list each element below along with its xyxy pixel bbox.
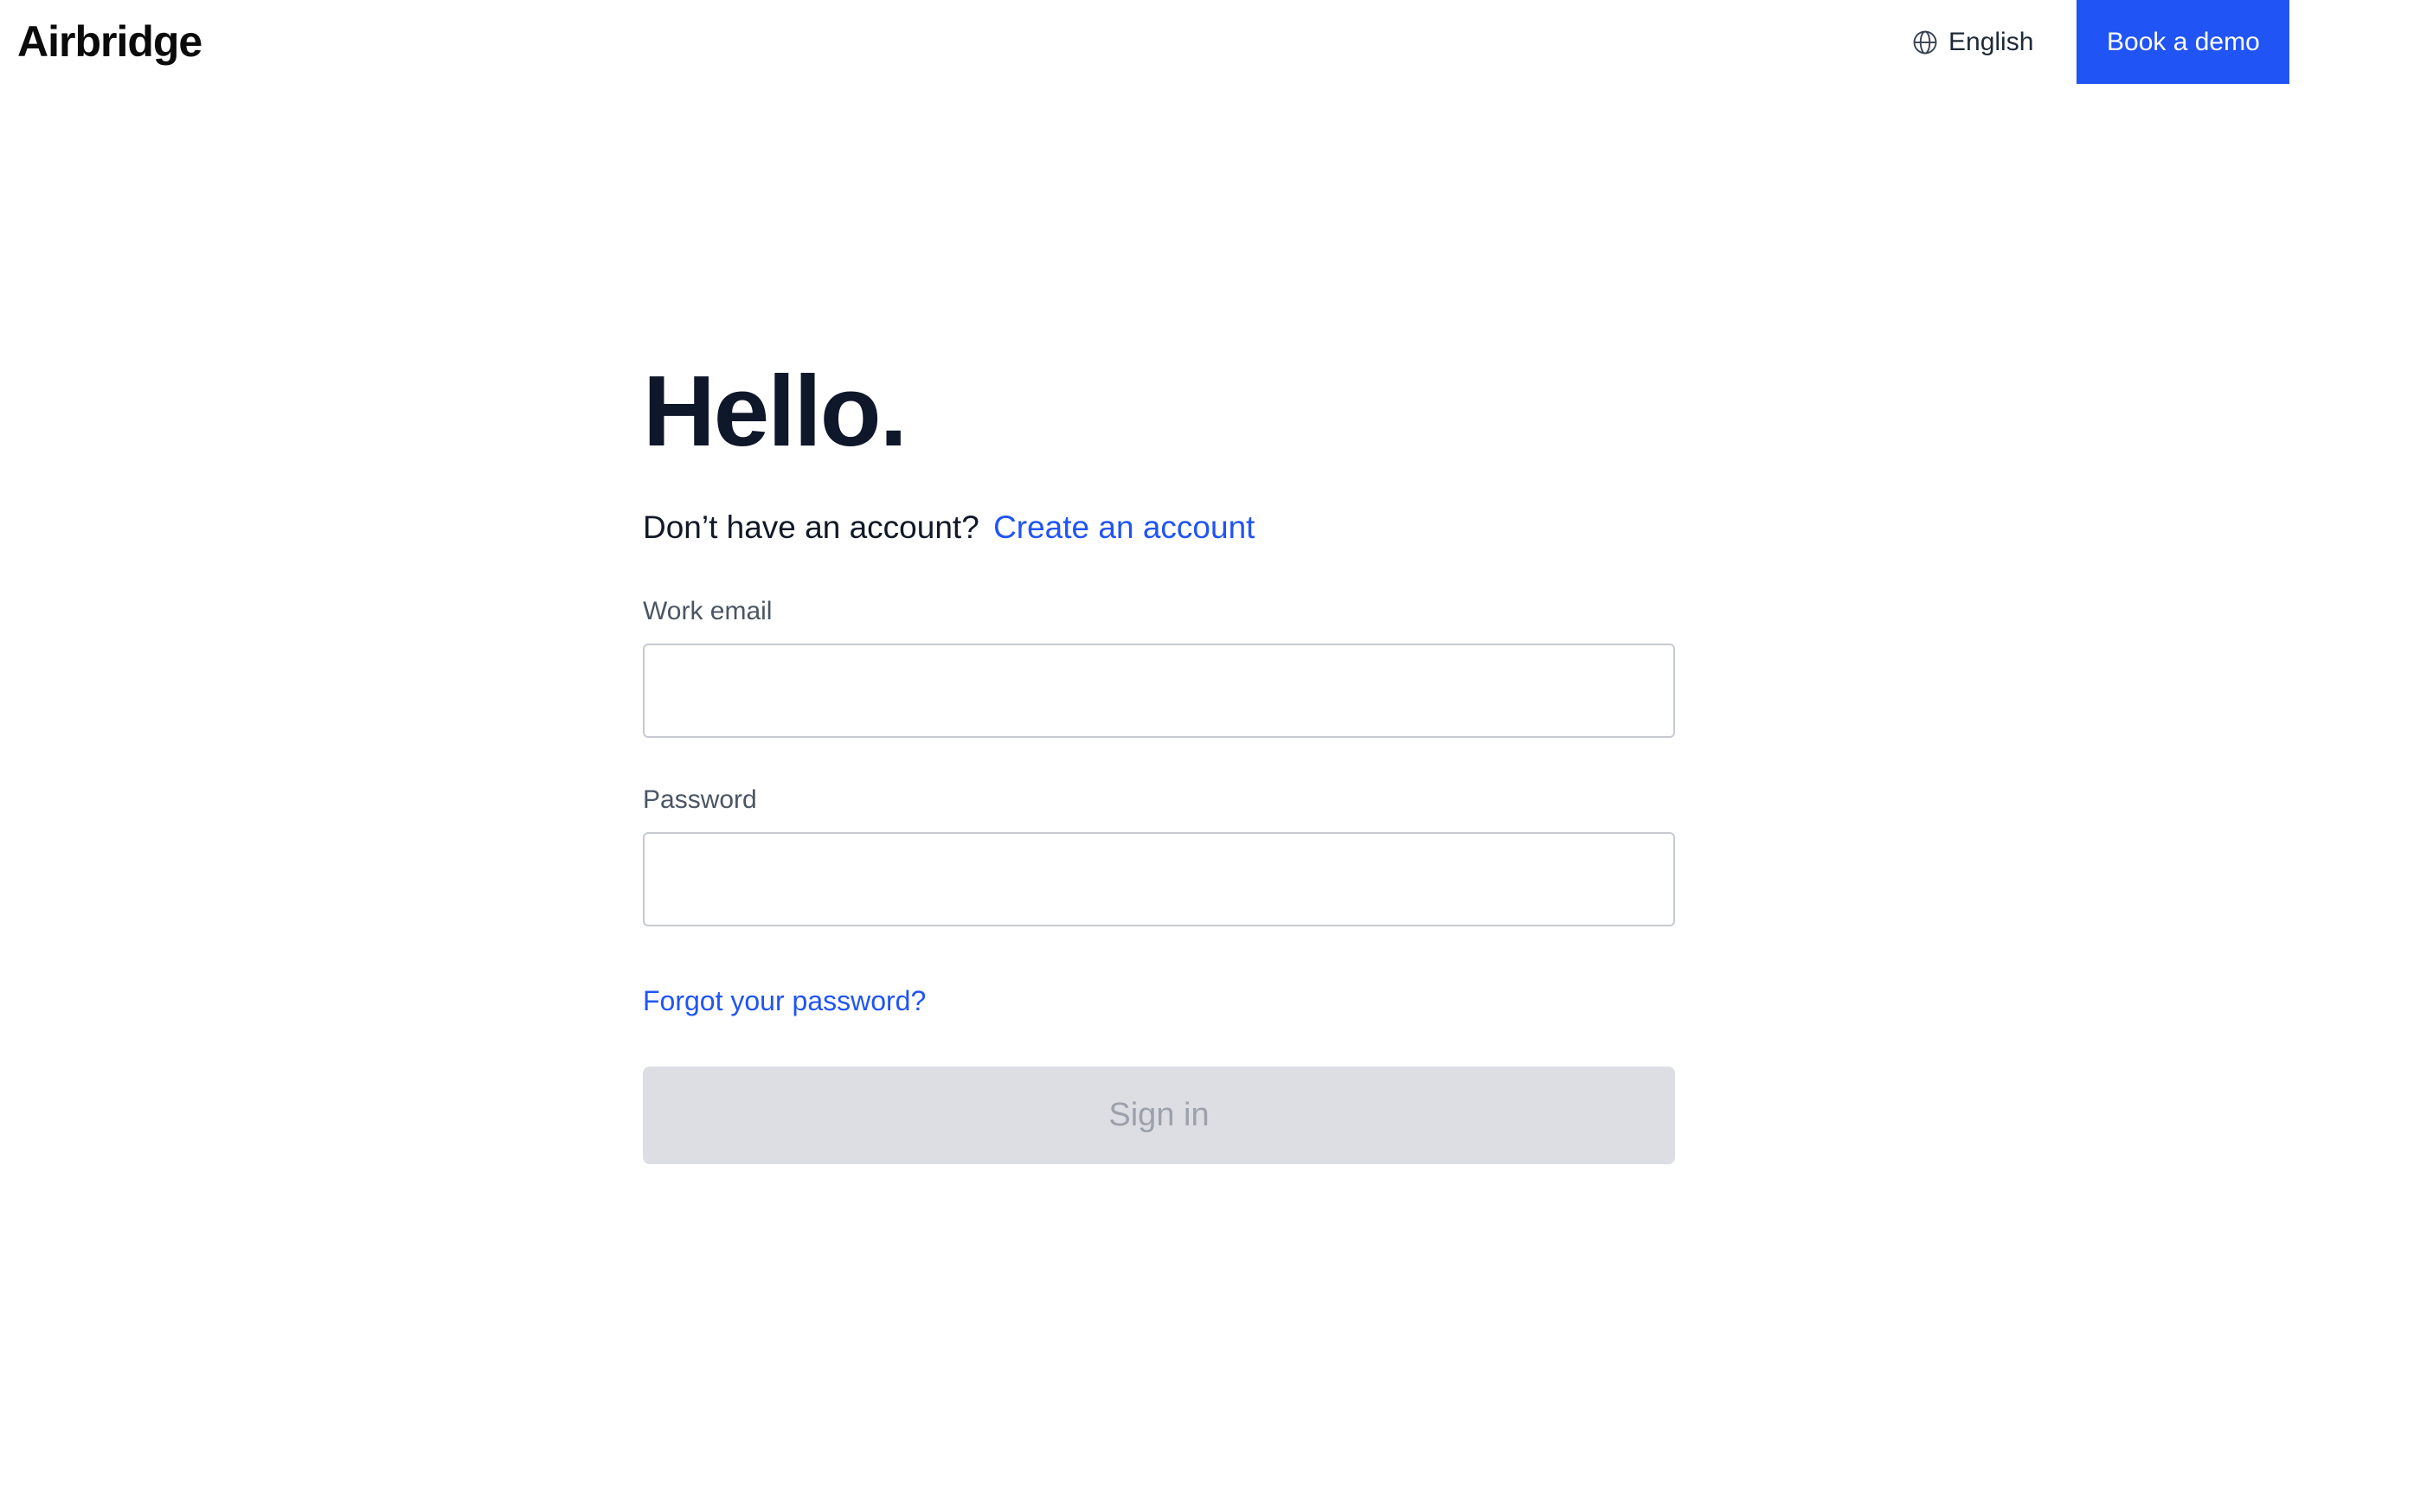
password-input[interactable] xyxy=(643,832,1675,926)
book-demo-button[interactable]: Book a demo xyxy=(2077,0,2290,84)
globe-icon xyxy=(1912,29,1938,55)
language-label: English xyxy=(1948,27,2034,56)
signup-prompt: Don’t have an account? Create an account xyxy=(643,506,1675,549)
airbridge-logo[interactable]: Airbridge xyxy=(17,12,202,71)
sign-in-button[interactable]: Sign in xyxy=(643,1067,1675,1164)
email-input[interactable] xyxy=(643,644,1675,738)
email-label: Work email xyxy=(643,597,773,625)
no-account-text: Don’t have an account? xyxy=(643,509,979,545)
password-label: Password xyxy=(643,785,757,814)
login-form: Hello. Don’t have an account? Create an … xyxy=(643,350,1675,1164)
header-actions: English Book a demo xyxy=(1912,0,2290,84)
create-account-link[interactable]: Create an account xyxy=(993,509,1255,545)
forgot-password-link[interactable]: Forgot your password? xyxy=(643,982,926,1020)
page-title: Hello. xyxy=(643,355,908,467)
language-selector[interactable]: English xyxy=(1912,28,2033,57)
